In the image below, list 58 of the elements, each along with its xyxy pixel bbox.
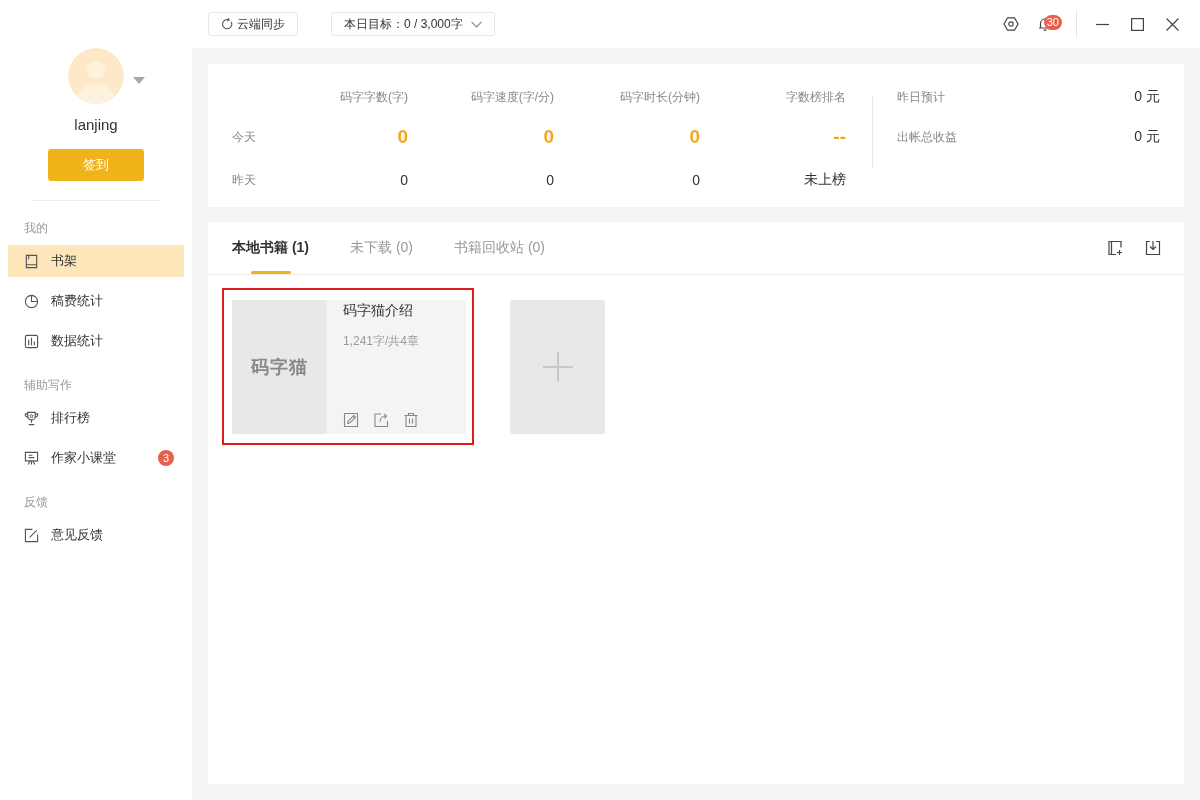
sidebar-item[interactable]: 书架: [8, 245, 184, 277]
edit-icon[interactable]: [343, 412, 359, 428]
book-icon: [24, 253, 39, 269]
maximize-icon: [1131, 17, 1144, 31]
sidebar-item[interactable]: 数据统计: [8, 325, 184, 357]
stat-value: 0: [545, 172, 554, 188]
column-header: 码字速度(字/分): [469, 88, 554, 106]
sidebar-item[interactable]: 意见反馈: [8, 519, 184, 551]
row-label: 今天: [232, 128, 257, 146]
stat-value: 0: [399, 172, 408, 188]
sidebar-item-label: 意见反馈: [51, 526, 103, 544]
pie-chart-icon: [24, 293, 39, 309]
cloud-sync-button[interactable]: 云端同步: [208, 12, 298, 36]
earnings-value: 0 元: [1134, 128, 1160, 146]
stat-value: 0: [691, 172, 700, 188]
cover-logo: 码字猫: [251, 356, 308, 379]
earnings-value: 0 元: [1134, 88, 1160, 106]
section-heading: 我的: [23, 220, 48, 237]
stat-value: 未上榜: [803, 171, 846, 189]
stat-value: 0: [688, 126, 700, 148]
sidebar-item-label: 作家小课堂: [51, 449, 116, 467]
delete-icon[interactable]: [403, 412, 419, 428]
plus-icon: [542, 352, 573, 382]
bar-chart-icon: [24, 333, 39, 349]
sidebar-item-label: 排行榜: [51, 409, 90, 427]
close-icon: [1166, 17, 1179, 31]
daily-goal-dropdown[interactable]: 本日目标：0 / 3,000字: [331, 12, 495, 36]
library-tab[interactable]: 本地书籍 (1): [232, 222, 309, 274]
stat-value: 0: [542, 126, 554, 148]
earnings-label: 昨日预计: [897, 88, 946, 106]
sidebar-item[interactable]: 排行榜: [8, 402, 184, 434]
stat-value: 0: [396, 126, 408, 148]
username: lanjing: [74, 115, 118, 135]
refresh-icon: [221, 18, 233, 30]
sidebar-item[interactable]: 稿费统计: [8, 285, 184, 317]
notification-badge: 30: [1043, 15, 1062, 30]
book-title: 码字猫介绍: [343, 301, 413, 319]
earnings-label: 出帐总收益: [897, 128, 958, 146]
trophy-icon: [24, 410, 39, 426]
settings-icon: [1003, 16, 1019, 32]
sidebar-item-label: 数据统计: [51, 332, 103, 350]
sidebar-item[interactable]: 作家小课堂 3: [8, 442, 184, 474]
column-header: 字数榜排名: [785, 88, 846, 106]
caret-icon[interactable]: [133, 76, 145, 84]
column-header: 码字字数(字): [339, 88, 408, 106]
share-icon[interactable]: [373, 412, 389, 428]
column-header: 码字时长(分钟): [619, 88, 700, 106]
presentation-board-icon: [24, 450, 39, 466]
book-stats: 1,241字/共4章: [343, 333, 420, 350]
book-card[interactable]: 码字猫 码字猫介绍 1,241字/共4章: [232, 300, 466, 434]
stat-value: --: [832, 126, 846, 148]
chevron-down-icon: [470, 20, 482, 28]
row-label: 昨天: [232, 171, 257, 189]
count-badge: 3: [158, 450, 174, 466]
sidebar-item-label: 稿费统计: [51, 292, 103, 310]
section-heading: 辅助写作: [23, 377, 72, 394]
section-heading: 反馈: [23, 494, 48, 511]
sidebar-item-label: 书架: [51, 252, 77, 270]
